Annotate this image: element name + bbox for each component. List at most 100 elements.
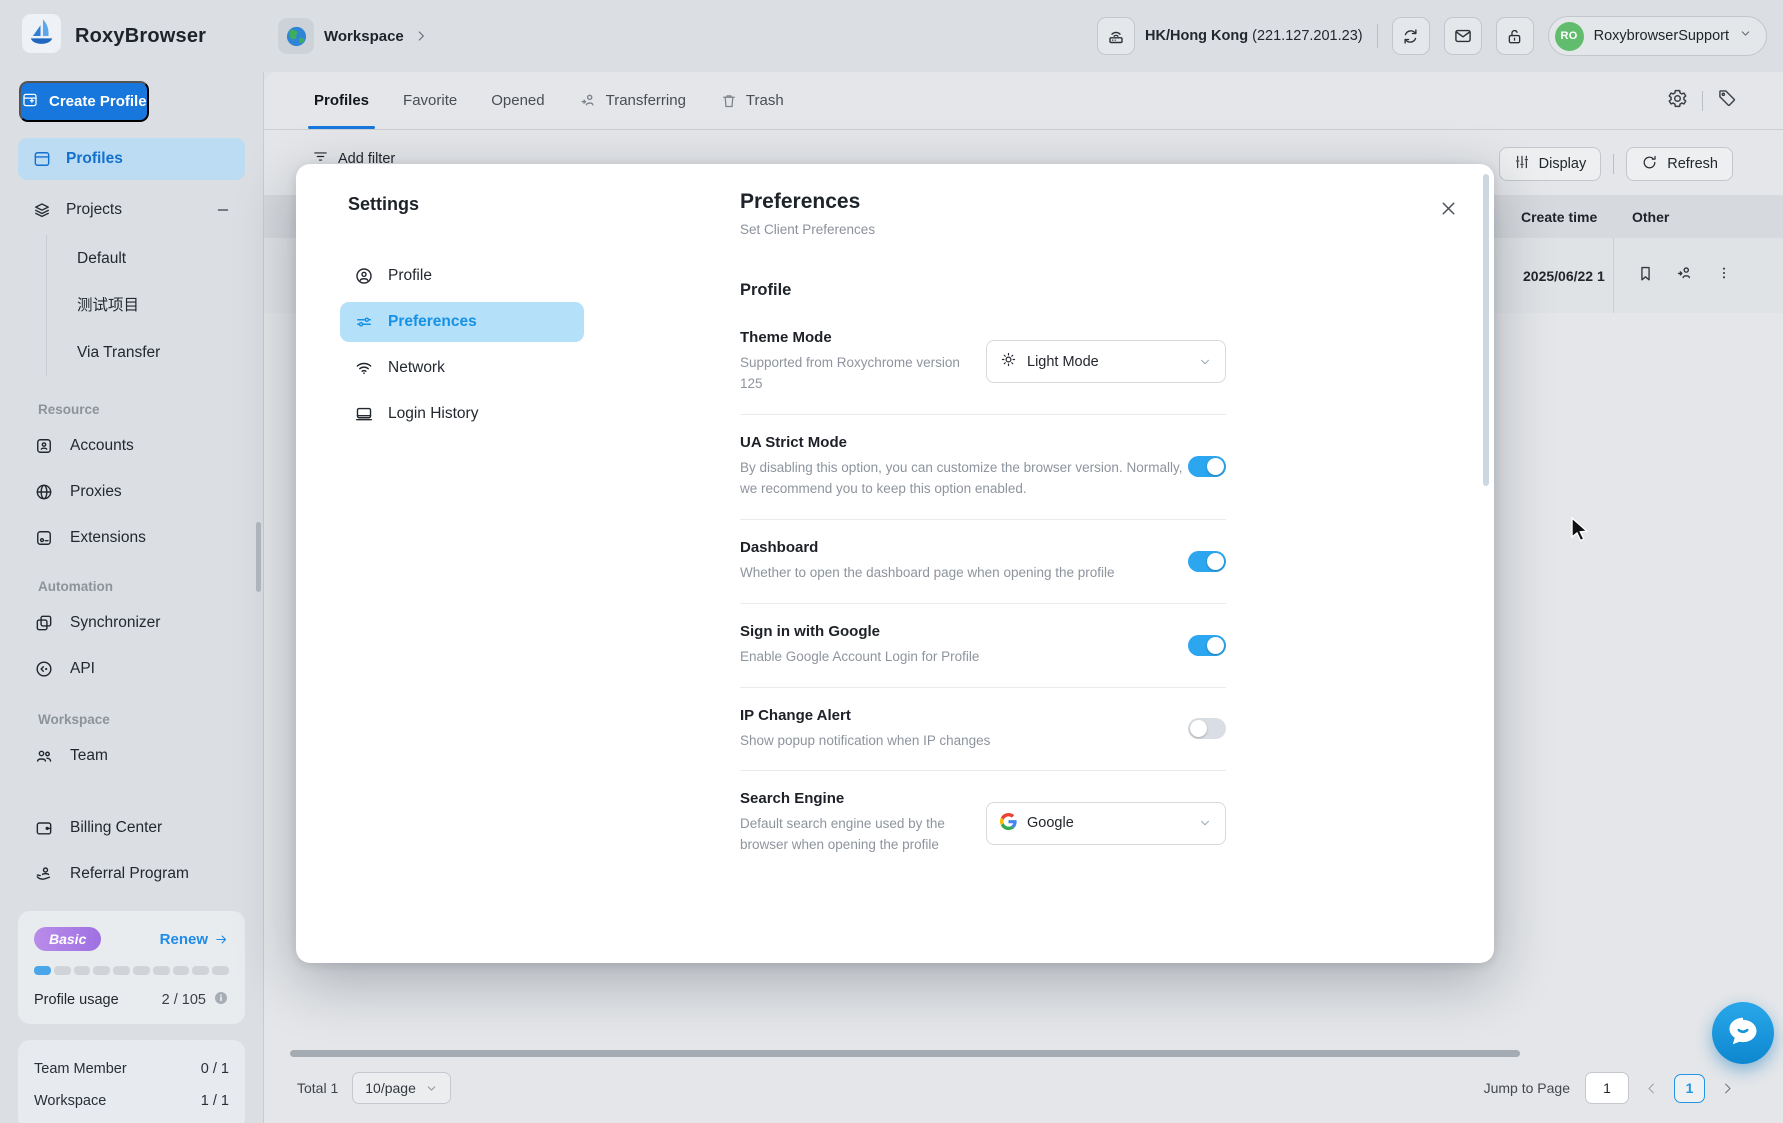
sidebar-scrollbar[interactable] <box>256 522 261 592</box>
chevron-down-icon <box>1739 27 1752 45</box>
team-icon <box>34 746 54 766</box>
ip-change-alert-toggle[interactable] <box>1188 718 1226 739</box>
pref-row-sign-in-with-google: Sign in with Google Enable Google Accoun… <box>740 604 1226 688</box>
renew-link[interactable]: Renew <box>160 931 229 948</box>
project-item-test[interactable]: 测试项目 <box>47 282 263 329</box>
sun-icon <box>1000 351 1017 372</box>
workspace-label: Workspace <box>324 28 404 45</box>
section-heading-profile: Profile <box>740 281 1226 300</box>
user-transfer-icon <box>579 91 598 110</box>
jump-to-page-input[interactable] <box>1585 1072 1629 1104</box>
usage-value: 2 / 105 <box>162 992 206 1008</box>
horizontal-scrollbar[interactable] <box>290 1050 1520 1057</box>
sidebar-item-projects[interactable]: Projects <box>18 189 245 231</box>
sidebar-item-referral-program[interactable]: Referral Program <box>18 851 245 897</box>
project-item-via-transfer[interactable]: Via Transfer <box>47 329 263 376</box>
proxy-indicator[interactable]: HK/Hong Kong (221.127.201.23) <box>1097 17 1363 55</box>
lock-button[interactable] <box>1496 17 1534 55</box>
settings-nav-network[interactable]: Network <box>340 348 584 388</box>
sidebar-item-profiles[interactable]: Profiles <box>18 138 245 180</box>
sign-in-google-toggle[interactable] <box>1188 635 1226 656</box>
modal-scrollbar[interactable] <box>1483 174 1489 486</box>
search-engine-select[interactable]: Google <box>986 802 1226 845</box>
total-count: Total 1 <box>297 1080 338 1096</box>
pref-row-ip-change-alert: IP Change Alert Show popup notification … <box>740 688 1226 772</box>
sidebar-item-accounts[interactable]: Accounts <box>18 423 245 469</box>
projects-collapse-icon[interactable] <box>215 202 231 218</box>
sidebar-item-label: Profiles <box>66 150 123 168</box>
select-value: Google <box>1027 815 1074 831</box>
accounts-icon <box>34 436 54 456</box>
settings-nav-label: Login History <box>388 405 478 423</box>
create-profile-button[interactable]: Create Profile <box>19 81 149 122</box>
sidebar-item-team[interactable]: Team <box>18 733 245 779</box>
tab-profiles[interactable]: Profiles <box>314 72 369 129</box>
extensions-icon <box>34 528 54 548</box>
close-icon[interactable] <box>1436 196 1460 220</box>
tag-icon[interactable] <box>1717 88 1737 113</box>
next-page-icon[interactable] <box>1720 1081 1735 1096</box>
cell-divider <box>1613 238 1614 313</box>
account-menu[interactable]: RO RoxybrowserSupport <box>1548 16 1767 56</box>
limit-label: Workspace <box>34 1093 106 1109</box>
project-item-default[interactable]: Default <box>47 235 263 282</box>
display-sliders-icon <box>1514 154 1530 174</box>
sidebar-item-proxies[interactable]: Proxies <box>18 469 245 515</box>
support-chat-button[interactable] <box>1712 1002 1774 1064</box>
dashboard-toggle[interactable] <box>1188 551 1226 572</box>
sidebar-item-synchronizer[interactable]: Synchronizer <box>18 600 245 646</box>
kebab-menu-icon[interactable] <box>1715 264 1733 287</box>
layers-icon <box>32 200 52 220</box>
panel-title: Preferences <box>740 190 1226 214</box>
jump-to-page-label: Jump to Page <box>1484 1080 1570 1096</box>
sidebar-item-label: Extensions <box>70 529 146 547</box>
sidebar-item-label: Projects <box>66 201 122 219</box>
settings-nav-label: Preferences <box>388 313 477 331</box>
display-button[interactable]: Display <box>1499 147 1602 181</box>
sync-button[interactable] <box>1392 17 1430 55</box>
settings-nav-login-history[interactable]: Login History <box>340 394 584 434</box>
sidebar-item-label: API <box>70 660 95 678</box>
plan-card: Basic Renew Profile usage 2 / 105 <box>18 911 245 1024</box>
settings-nav-profile[interactable]: Profile <box>340 256 584 296</box>
google-icon <box>1000 813 1017 834</box>
refresh-button[interactable]: Refresh <box>1626 147 1733 181</box>
limit-label: Team Member <box>34 1061 127 1077</box>
tab-label: Transferring <box>606 92 686 109</box>
footer-bar: Total 1 10/page Jump to Page 1 <box>264 1058 1783 1123</box>
chevron-down-icon <box>1198 355 1212 369</box>
settings-nav-label: Network <box>388 359 445 377</box>
theme-mode-select[interactable]: Light Mode <box>986 340 1226 383</box>
settings-nav-preferences[interactable]: Preferences <box>340 302 584 342</box>
api-icon <box>34 659 54 679</box>
mail-button[interactable] <box>1444 17 1482 55</box>
sidebar-item-billing-center[interactable]: Billing Center <box>18 805 245 851</box>
ua-strict-mode-toggle[interactable] <box>1188 456 1226 477</box>
tab-transferring[interactable]: Transferring <box>579 72 686 129</box>
tab-trash[interactable]: Trash <box>720 72 784 129</box>
current-page-button[interactable]: 1 <box>1674 1074 1705 1103</box>
gear-icon[interactable] <box>1667 88 1688 114</box>
prev-page-icon[interactable] <box>1644 1081 1659 1096</box>
tab-favorite[interactable]: Favorite <box>403 72 457 129</box>
usage-label: Profile usage <box>34 992 119 1008</box>
sidebar-item-extensions[interactable]: Extensions <box>18 515 245 561</box>
app-title: RoxyBrowser <box>75 25 206 48</box>
sidebar-item-api[interactable]: API <box>18 646 245 692</box>
column-header-create-time[interactable]: Create time <box>1521 195 1597 238</box>
globe-wire-icon <box>34 482 54 502</box>
section-label-workspace: Workspace <box>38 712 263 727</box>
workspace-switcher[interactable]: Workspace <box>278 18 428 54</box>
pref-row-search-engine: Search Engine Default search engine used… <box>740 771 1226 875</box>
monitor-icon <box>354 404 374 424</box>
tab-opened[interactable]: Opened <box>491 72 544 129</box>
limit-value: 1 / 1 <box>201 1093 229 1109</box>
page-size-select[interactable]: 10/page <box>352 1072 451 1104</box>
info-icon[interactable] <box>213 990 229 1010</box>
create-profile-label: Create Profile <box>49 93 147 110</box>
bookmark-icon[interactable] <box>1636 264 1655 288</box>
transfer-user-icon[interactable] <box>1675 263 1695 288</box>
sidebar-item-label: Accounts <box>70 437 134 455</box>
list-settings-icons <box>1667 72 1737 129</box>
limit-row-workspace: Workspace 1 / 1 <box>34 1085 229 1117</box>
